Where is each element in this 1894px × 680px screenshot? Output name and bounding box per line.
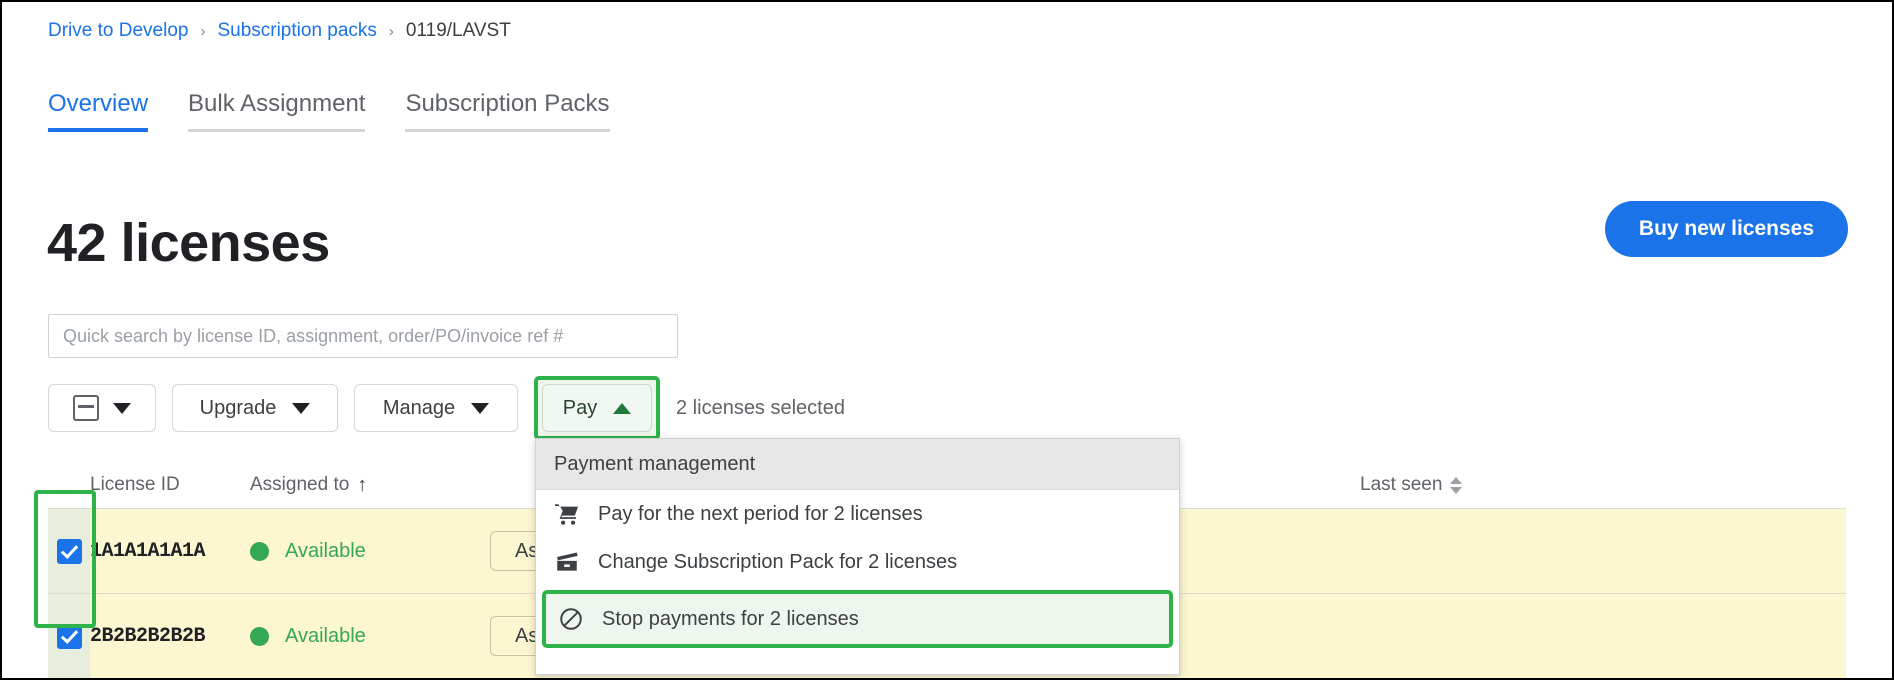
- upgrade-dropdown-button[interactable]: Upgrade: [172, 384, 338, 432]
- tab-overview-label: Overview: [48, 90, 149, 117]
- upgrade-label: Upgrade: [199, 396, 277, 419]
- status-badge: Available: [285, 539, 366, 562]
- status-dot-icon: [250, 541, 269, 561]
- cell-assigned-to: Available: [250, 625, 490, 648]
- breadcrumb: Drive to Develop › Subscription packs › …: [48, 20, 511, 42]
- tab-underline: [48, 128, 149, 132]
- selected-count-label: 2 licenses selected: [676, 396, 845, 419]
- cell-assigned-to: Available: [250, 540, 490, 563]
- menu-item-label: Pay for the next period for 2 licenses: [598, 502, 923, 525]
- table-toolbar: Upgrade Manage Pay 2 licenses selected: [48, 376, 845, 440]
- payment-dropdown-menu: Payment management Pay for the next peri…: [535, 438, 1180, 675]
- menu-section-header: Payment management: [536, 439, 1179, 490]
- tab-underline: [405, 129, 610, 132]
- select-all-dropdown-button[interactable]: [48, 384, 156, 432]
- search-input[interactable]: [48, 314, 678, 358]
- manage-label: Manage: [382, 396, 456, 419]
- cell-license-id: 2B2B2B2B2B: [90, 624, 206, 648]
- chevron-down-icon: [471, 402, 490, 414]
- tab-subscription-packs[interactable]: Subscription Packs: [405, 90, 610, 132]
- tab-underline: [188, 129, 366, 132]
- chevron-down-icon: [292, 402, 311, 414]
- row-checkbox[interactable]: [56, 538, 82, 564]
- tab-bar: Overview Bulk Assignment Subscription Pa…: [48, 90, 650, 132]
- column-header-label: Last seen: [1360, 474, 1443, 495]
- breadcrumb-separator-icon: ›: [388, 22, 394, 40]
- tab-bulk-assignment[interactable]: Bulk Assignment: [188, 90, 366, 132]
- column-header-label: License ID: [90, 474, 180, 495]
- manage-dropdown-button[interactable]: Manage: [354, 384, 518, 432]
- chevron-up-icon: [613, 402, 632, 414]
- sort-toggle-icon: [1450, 476, 1463, 494]
- menu-item-pay-next-period[interactable]: Pay for the next period for 2 licenses: [536, 490, 1179, 538]
- shopping-cart-icon: [554, 501, 580, 527]
- no-entry-icon: [558, 606, 584, 632]
- pay-button-highlight: Pay: [534, 376, 660, 440]
- status-badge: Available: [285, 624, 366, 647]
- cell-license-id: 1A1A1A1A1A: [90, 539, 206, 563]
- tab-overview[interactable]: Overview: [48, 90, 149, 132]
- column-header-assigned-to[interactable]: Assigned to ↑: [250, 474, 490, 496]
- clapperboard-icon: [554, 549, 580, 575]
- buy-new-licenses-button[interactable]: Buy new licenses: [1604, 201, 1848, 257]
- menu-item-change-subscription-pack[interactable]: Change Subscription Pack for 2 licenses: [536, 538, 1179, 586]
- tab-subscription-packs-label: Subscription Packs: [405, 90, 610, 117]
- pay-label: Pay: [562, 396, 598, 419]
- chevron-down-icon: [113, 402, 131, 414]
- tab-bulk-assignment-label: Bulk Assignment: [188, 90, 366, 117]
- page-title: 42 licenses: [47, 213, 330, 274]
- app-screen: Drive to Develop › Subscription packs › …: [0, 0, 1894, 680]
- row-checkbox[interactable]: [56, 623, 82, 649]
- status-dot-icon: [250, 626, 269, 646]
- row-checkbox-cell[interactable]: [48, 509, 90, 593]
- sort-ascending-icon: ↑: [357, 474, 368, 496]
- indeterminate-checkbox-icon: [73, 395, 99, 421]
- menu-item-label: Stop payments for 2 licenses: [602, 607, 859, 630]
- pay-dropdown-button[interactable]: Pay: [542, 384, 652, 432]
- breadcrumb-separator-icon: ›: [200, 22, 206, 40]
- column-header-license-id[interactable]: License ID: [90, 474, 250, 496]
- column-header-label: Assigned to: [250, 474, 350, 495]
- row-checkbox-cell[interactable]: [48, 594, 90, 678]
- column-header-last-seen[interactable]: Last seen: [1360, 474, 1580, 496]
- breadcrumb-item-subscription-packs[interactable]: Subscription packs: [217, 20, 376, 42]
- menu-item-stop-payments[interactable]: Stop payments for 2 licenses: [542, 590, 1173, 648]
- breadcrumb-item-drive-to-develop[interactable]: Drive to Develop: [48, 20, 188, 42]
- menu-item-label: Change Subscription Pack for 2 licenses: [598, 550, 958, 573]
- breadcrumb-item-current: 0119/LAVST: [405, 20, 511, 41]
